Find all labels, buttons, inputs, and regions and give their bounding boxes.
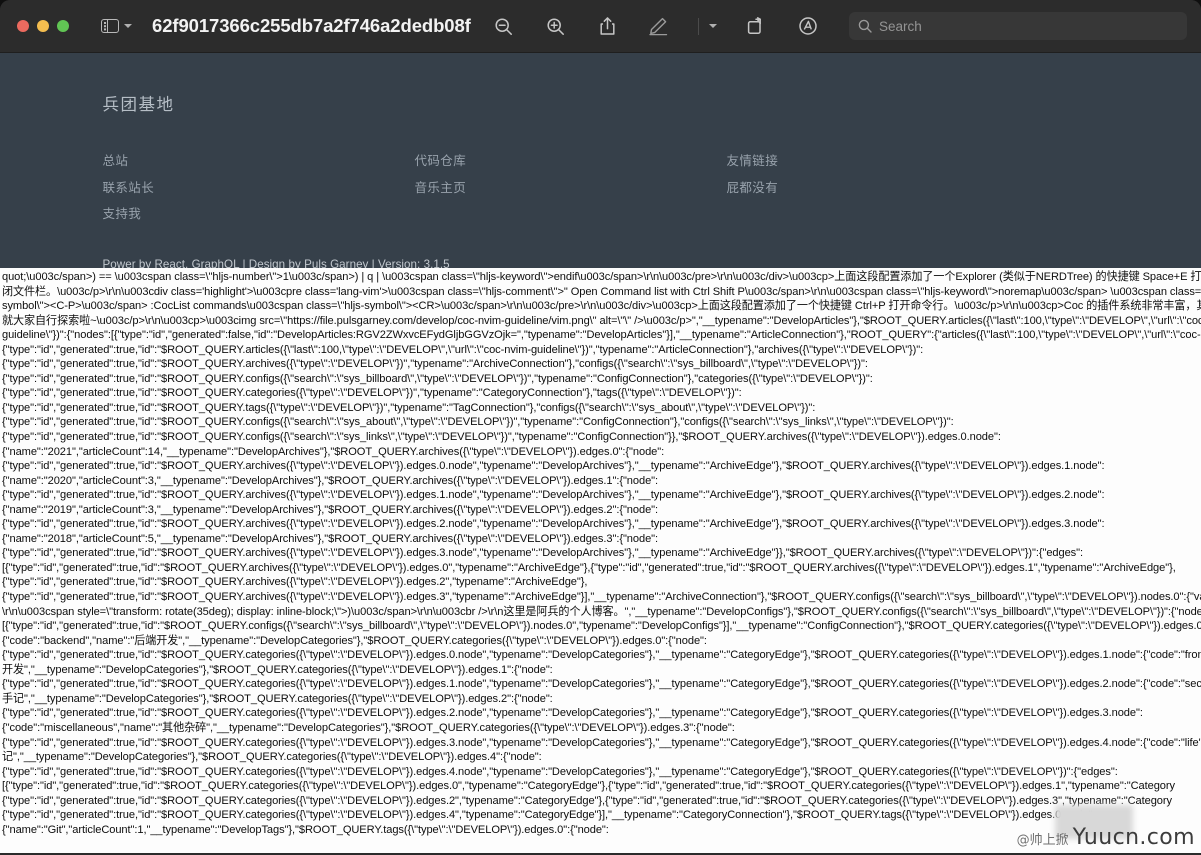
preview-window: 62f9017366c255db7a2f746a2dedb08f Search … xyxy=(0,0,1201,855)
text-dump-line: {"type":"id","generated":true,"id":"$ROO… xyxy=(2,591,1201,604)
text-dump-line: {"type":"id","generated":true,"id":"$ROO… xyxy=(2,358,868,371)
zoom-in-icon xyxy=(547,17,564,35)
toolbar-actions xyxy=(471,13,849,39)
text-dump-line: quot;\u003c/span>) == \u003cspan class=\… xyxy=(2,271,1201,283)
traffic-light-controls xyxy=(17,20,69,32)
text-dump-line: {"type":"id","generated":true,"id":"$ROO… xyxy=(2,576,588,589)
text-dump-line: {"type":"id","generated":true,"id":"$ROO… xyxy=(2,547,1084,560)
footer-link[interactable]: 总站 xyxy=(103,148,415,175)
text-dump-line: {"type":"id","generated":true,"id":"$ROO… xyxy=(2,387,742,400)
text-dump-line: {"type":"id","generated":true,"id":"$ROO… xyxy=(2,460,1105,473)
text-dump-line: symbol\"><C-P>\u003c/span> :CocList comm… xyxy=(2,300,1201,313)
text-dump-line: 开发","__typename":"DevelopCategories"},"$… xyxy=(2,663,553,676)
footer-link[interactable]: 联系站长 xyxy=(103,175,415,202)
search-icon xyxy=(858,19,872,33)
footer-link[interactable]: 支持我 xyxy=(103,201,415,228)
raw-text-dump: quot;\u003c/span>) == \u003cspan class=\… xyxy=(0,268,1201,853)
text-dump-line: guideline\"})":{"nodes":[{"type":"id","g… xyxy=(2,329,1201,342)
captured-webpage-footer: 兵团基地 总站 联系站长 支持我 代码仓库 音乐主页 友情链接 屁都没有 Pow… xyxy=(0,53,1201,287)
text-dump-line: \r\n\u003cspan style=\"transform: rotate… xyxy=(2,605,1201,618)
sidebar-icon xyxy=(101,18,119,34)
maximize-window-button[interactable] xyxy=(57,20,69,32)
text-dump-line: {"type":"id","generated":true,"id":"$ROO… xyxy=(2,809,1096,822)
footer-column-1: 总站 联系站长 支持我 xyxy=(103,148,415,228)
footer-link[interactable]: 音乐主页 xyxy=(415,175,727,202)
close-window-button[interactable] xyxy=(17,20,29,32)
text-dump-line: {"type":"id","generated":true,"id":"$ROO… xyxy=(2,372,873,385)
rotate-button[interactable] xyxy=(743,13,769,39)
text-dump-line: [{"type":"id","generated":true,"id":"$RO… xyxy=(2,780,1175,793)
annotate-circle-icon xyxy=(799,17,818,35)
markup-options-chevron-icon[interactable] xyxy=(709,24,718,28)
text-dump-line: {"type":"id","generated":true,"id":"$ROO… xyxy=(2,401,816,414)
markup-button[interactable] xyxy=(646,13,672,39)
share-icon xyxy=(600,17,615,35)
text-dump-line: {"type":"id","generated":true,"id":"$ROO… xyxy=(2,765,1118,778)
site-title: 兵团基地 xyxy=(102,95,175,114)
text-dump-line: {"type":"id","generated":true,"id":"$ROO… xyxy=(2,707,1143,720)
footer-link[interactable]: 友情链接 xyxy=(727,148,779,175)
pencil-markup-icon xyxy=(649,17,668,36)
share-button[interactable] xyxy=(594,13,620,39)
window-titlebar: 62f9017366c255db7a2f746a2dedb08f Search xyxy=(0,0,1201,53)
chevron-down-icon xyxy=(124,24,132,28)
text-dump-line: {"name":"Git","articleCount":1,"__typena… xyxy=(2,823,609,836)
text-dump-line: 闭文件栏。\u003c/p>\r\n\u003cdiv class='highl… xyxy=(2,285,1201,298)
sidebar-toggle-button[interactable] xyxy=(101,18,132,34)
footer-link-columns: 总站 联系站长 支持我 代码仓库 音乐主页 友情链接 屁都没有 xyxy=(103,148,1121,228)
zoom-in-button[interactable] xyxy=(542,13,568,39)
text-dump-line: {"type":"id","generated":true,"id":"$ROO… xyxy=(2,736,1201,749)
text-dump-line: {"type":"id","generated":true,"id":"$ROO… xyxy=(2,343,924,356)
text-dump-line: {"type":"id","generated":true,"id":"$ROO… xyxy=(2,431,1001,444)
footer-column-2: 代码仓库 音乐主页 xyxy=(415,148,727,228)
text-dump-line: {"type":"id","generated":true,"id":"$ROO… xyxy=(2,794,1172,807)
footer-column-3: 友情链接 屁都没有 xyxy=(727,148,779,228)
text-dump-line: 手记","__typename":"DevelopCategories"},"$… xyxy=(2,692,553,705)
text-dump-line: {"type":"id","generated":true,"id":"$ROO… xyxy=(2,489,1105,502)
annotate-button[interactable] xyxy=(795,13,821,39)
text-dump-line: [{"type":"id","generated":true,"id":"$RO… xyxy=(2,620,1201,633)
minimize-window-button[interactable] xyxy=(37,20,49,32)
text-dump-line: 就大家自行探索啦~\u003c/p>\r\n\u003cp>\u003cimg … xyxy=(2,314,1201,327)
footer-link[interactable]: 代码仓库 xyxy=(415,148,727,175)
text-dump-line: {"type":"id","generated":true,"id":"$ROO… xyxy=(2,678,1201,691)
document-title: 62f9017366c255db7a2f746a2dedb08f xyxy=(152,15,471,36)
footer-link[interactable]: 屁都没有 xyxy=(727,175,779,202)
text-dump-line: {"name":"2019","articleCount":3,"__typen… xyxy=(2,503,659,516)
text-dump-line: [{"type":"id","generated":true,"id":"$RO… xyxy=(2,561,1176,574)
text-dump-line: {"name":"2018","articleCount":5,"__typen… xyxy=(2,532,659,545)
search-field[interactable]: Search xyxy=(849,12,1187,40)
text-dump-line: {"name":"2021","articleCount":14,"__type… xyxy=(2,445,665,458)
zoom-out-button[interactable] xyxy=(490,13,516,39)
rotate-icon xyxy=(748,17,762,34)
text-dump-line: {"type":"id","generated":true,"id":"$ROO… xyxy=(2,649,1201,662)
text-dump-line: 记","__typename":"DevelopCategories"},"$R… xyxy=(2,751,542,764)
search-placeholder: Search xyxy=(879,18,922,34)
text-dump-line: {"name":"2020","articleCount":3,"__typen… xyxy=(2,474,659,487)
text-dump-line: {"code":"backend","name":"后端开发","__typen… xyxy=(2,634,707,647)
toolbar-divider xyxy=(698,17,700,35)
text-dump-line: {"type":"id","generated":true,"id":"$ROO… xyxy=(2,416,954,429)
zoom-out-icon xyxy=(495,17,512,35)
text-dump-line: {"code":"miscellaneous","name":"其他杂碎","_… xyxy=(2,721,735,734)
text-dump-line: {"type":"id","generated":true,"id":"$ROO… xyxy=(2,518,1105,531)
